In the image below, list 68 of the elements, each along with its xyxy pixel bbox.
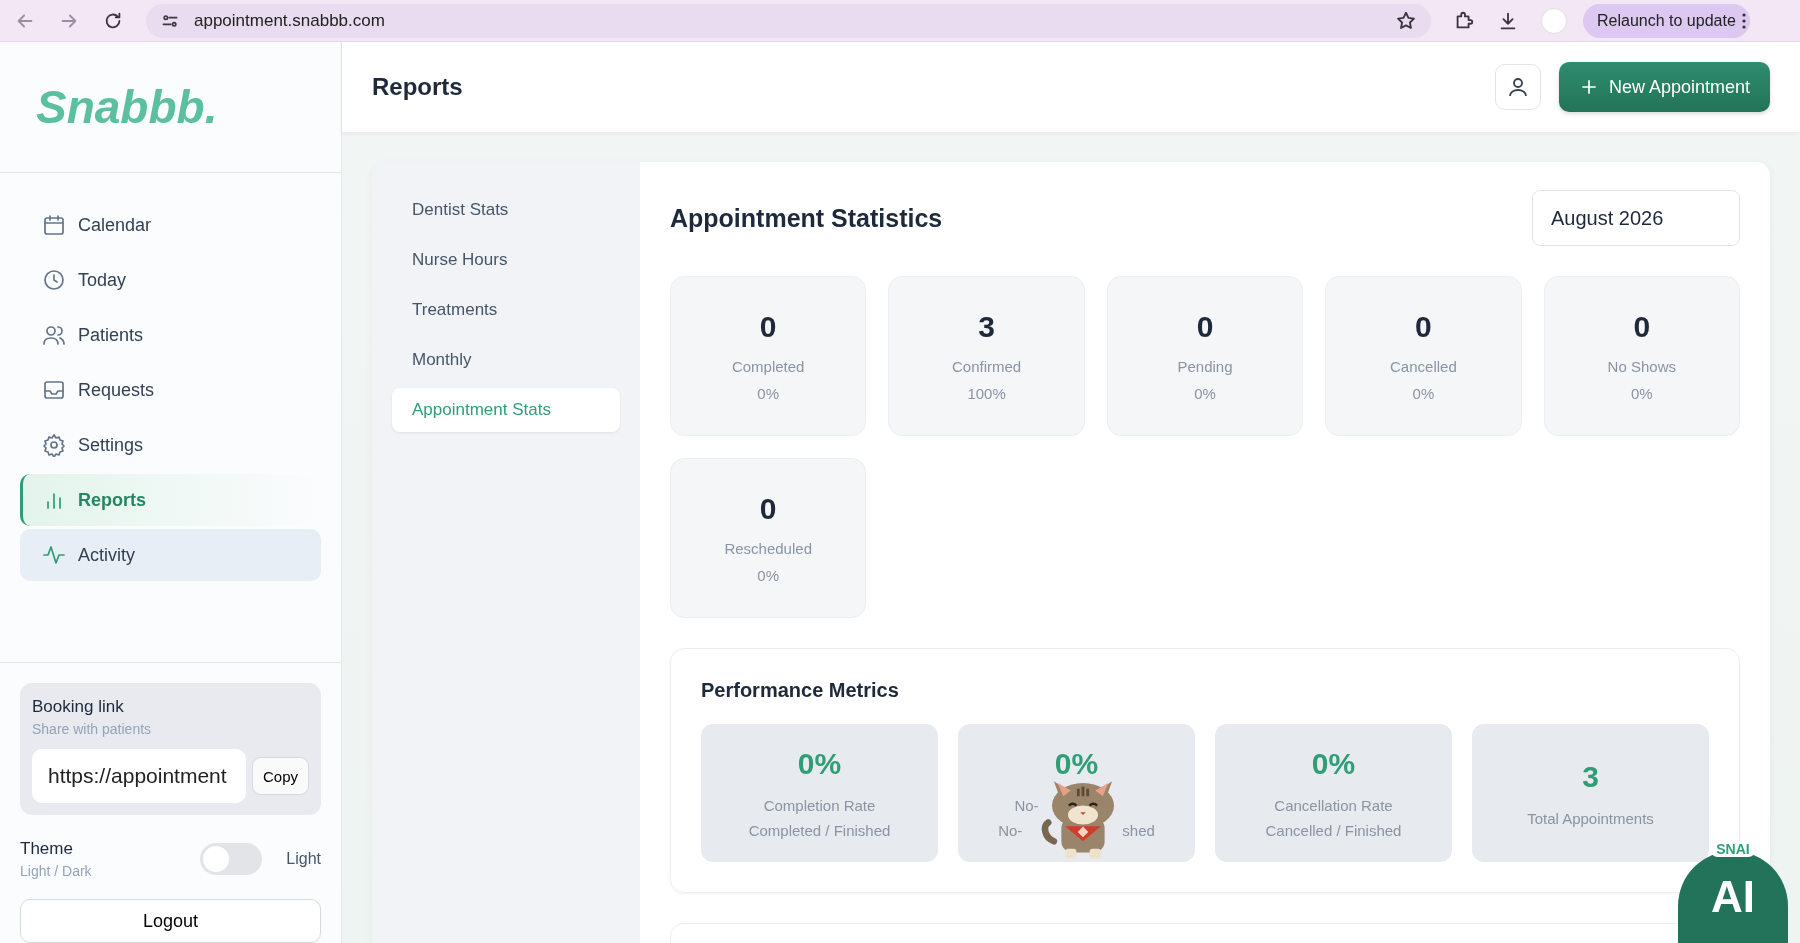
new-appointment-button[interactable]: New Appointment (1558, 62, 1770, 112)
sidebar-item[interactable]: Today (20, 254, 321, 306)
theme-state-label: Light (286, 850, 321, 868)
stat-value: 0 (1633, 310, 1651, 344)
stat-percent: 0% (757, 385, 780, 402)
stat-percent: 0% (1412, 385, 1435, 402)
stat-value: 0 (759, 310, 777, 344)
report-menu-item[interactable]: Dentist Stats (392, 188, 620, 232)
calendar-icon (42, 213, 66, 237)
report-menu-item[interactable]: Nurse Hours (392, 238, 620, 282)
theme-label: Theme (20, 839, 74, 859)
booking-link-field[interactable]: https://appointment (32, 749, 246, 803)
stat-label: Rescheduled (724, 540, 812, 557)
url-text: appointment.snabbb.com (194, 10, 386, 31)
sidebar-item[interactable]: Activity (20, 529, 321, 581)
metric-value: 0% (797, 747, 842, 781)
stat-percent: 100% (967, 385, 1006, 402)
sidebar-item[interactable]: Patients (20, 309, 321, 361)
inbox-icon (42, 378, 66, 402)
stat-label: Cancelled (1390, 358, 1457, 375)
gear-icon (42, 433, 66, 457)
metric-label: Cancellation Rate (1274, 797, 1393, 814)
stat-percent: 0% (757, 567, 780, 584)
stat-value: 0 (1196, 310, 1214, 344)
booking-link-subtitle: Share with patients (32, 721, 153, 737)
metric-value: 0% (1054, 747, 1099, 781)
month-field[interactable]: August 2026 (1532, 190, 1740, 246)
stat-label: No Shows (1607, 358, 1676, 375)
report-menu-item[interactable]: Treatments (392, 288, 620, 332)
stat-percent: 0% (1630, 385, 1653, 402)
stat-label: Pending (1177, 358, 1233, 375)
user-button[interactable] (1494, 64, 1541, 110)
performance-title: Performance Metrics (701, 679, 900, 702)
metric-value: 3 (1582, 759, 1599, 794)
menu-icon[interactable] (1741, 12, 1746, 29)
people-icon (42, 323, 66, 347)
metric-sublabel: Cancelled / Finished (1265, 822, 1402, 839)
sidebar-item[interactable]: Requests (20, 364, 321, 416)
relaunch-button[interactable]: Relaunch to update (1583, 3, 1750, 38)
stat-value: 0 (759, 492, 777, 526)
theme-toggle[interactable] (200, 843, 263, 875)
section-title: Appointment Statistics (670, 203, 943, 233)
logo: Snabbb. (36, 80, 218, 134)
sidebar-item[interactable]: Calendar (20, 199, 321, 251)
metric-label: No- (1014, 797, 1039, 814)
assistant-label: SNAI (1710, 841, 1756, 857)
pulse-icon (42, 543, 66, 567)
sidebar-item[interactable]: Settings (20, 419, 321, 471)
address-bar[interactable]: appointment.snabbb.com (146, 3, 1431, 38)
stat-value: 3 (978, 310, 995, 344)
metric-value: 0% (1311, 747, 1356, 781)
copy-button[interactable]: Copy (252, 757, 310, 795)
stat-value: 0 (1415, 310, 1432, 344)
metric-sublabel: No- (998, 822, 1023, 839)
page-title: Reports (372, 73, 463, 101)
metric-sublabel: Completed / Finished (748, 822, 891, 839)
metric-label: Completion Rate (763, 797, 876, 814)
metric-label: Total Appointments (1527, 809, 1654, 827)
logout-button[interactable]: Logout (20, 899, 321, 943)
report-menu-item[interactable]: Monthly (392, 338, 620, 382)
stat-label: Confirmed (952, 358, 1022, 375)
theme-subtitle: Light / Dark (20, 863, 93, 879)
clock-icon (42, 268, 66, 292)
stat-percent: 0% (1194, 385, 1216, 402)
booking-link-title: Booking link (32, 697, 125, 717)
metric-sublabel: shed (1122, 822, 1155, 839)
stat-label: Completed (731, 358, 805, 375)
star-icon[interactable] (1395, 9, 1417, 32)
